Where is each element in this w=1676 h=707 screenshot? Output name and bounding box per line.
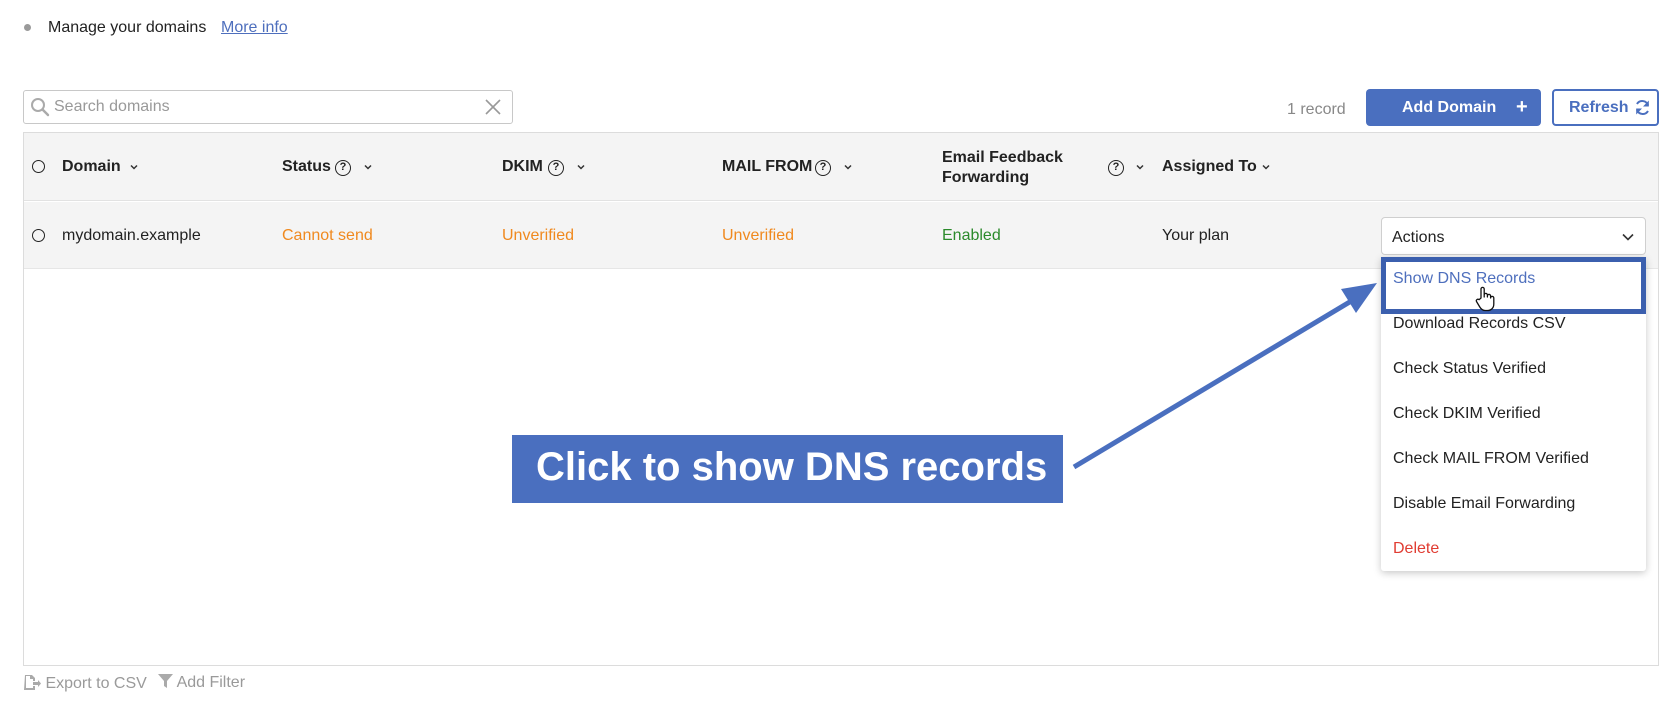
callout-text: Click to show DNS records: [536, 445, 1048, 489]
callout-banner: Click to show DNS records: [512, 435, 1063, 503]
export-label: Export to CSV: [45, 675, 147, 692]
filter-label: Add Filter: [176, 674, 246, 691]
export-to-csv-button[interactable]: Export to CSV: [23, 674, 147, 693]
add-filter-button[interactable]: Add Filter: [158, 674, 245, 692]
filter-icon: [158, 674, 173, 688]
export-icon: [24, 675, 41, 690]
arrow-annotation: [1072, 283, 1377, 470]
